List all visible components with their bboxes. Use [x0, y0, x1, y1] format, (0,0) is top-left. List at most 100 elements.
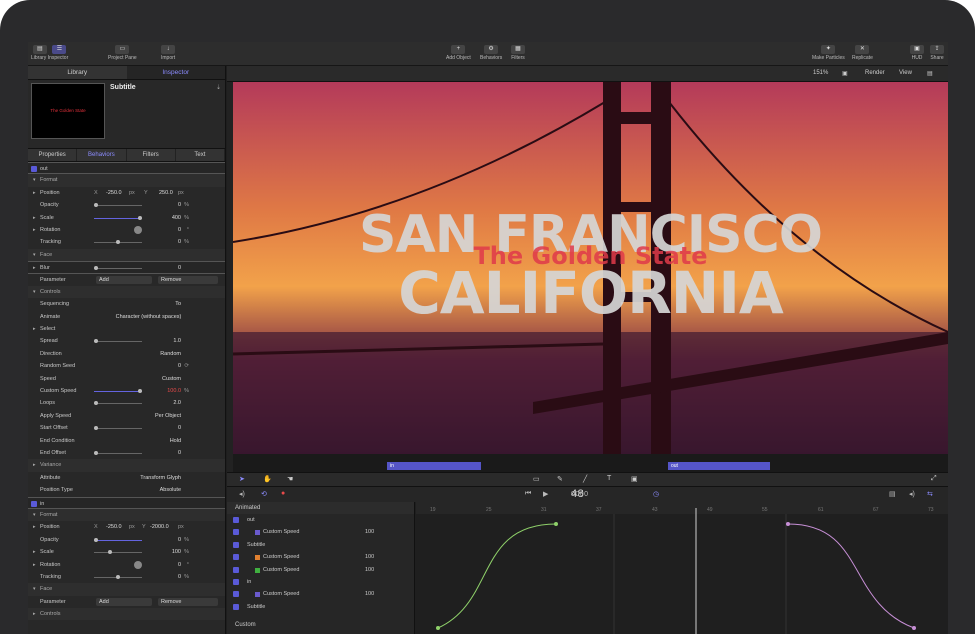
checkbox[interactable]	[233, 541, 239, 548]
tracking-value[interactable]: 0	[178, 236, 181, 248]
behaviors-button[interactable]: ⚙ Behaviors	[480, 45, 502, 61]
slider-knob[interactable]	[94, 401, 98, 406]
disclosure-triangle-icon[interactable]: ▸	[33, 323, 36, 335]
library-button[interactable]: ▤ ☰ Library Inspector	[31, 45, 68, 61]
mini-timeline-out-bar[interactable]: out	[668, 462, 770, 470]
tab-library[interactable]: Library	[28, 66, 127, 79]
keyframe-row[interactable]: Subtitle	[227, 601, 414, 613]
audio-timeline-icon[interactable]: ◂)	[909, 490, 915, 498]
share-button[interactable]: ⇪ Share	[930, 45, 944, 61]
reseed-icon[interactable]: ⟳	[184, 360, 189, 372]
tracking-slider[interactable]	[94, 574, 142, 579]
remove-parameter-dropdown[interactable]: Remove	[158, 597, 218, 606]
scale-slider[interactable]	[94, 550, 142, 555]
behavior-in-header[interactable]: in	[28, 496, 225, 509]
checkbox[interactable]	[233, 517, 239, 523]
remove-parameter-dropdown[interactable]: Remove	[158, 275, 218, 284]
animate-popup[interactable]: Character (without spaces)	[98, 311, 199, 323]
position-type-popup[interactable]: Absolute	[160, 484, 181, 496]
slider-knob[interactable]	[116, 240, 120, 245]
opacity-slider[interactable]	[94, 537, 142, 542]
keyframe-row[interactable]: Subtitle	[227, 539, 414, 551]
rotation-dial[interactable]	[134, 225, 142, 234]
replicate-button[interactable]: ✕ Replicate	[852, 45, 873, 61]
slider-knob[interactable]	[108, 550, 112, 555]
canvas-viewer[interactable]: SAN FRANCISCO The Golden State CALIFORNI…	[233, 82, 948, 454]
tab-inspector[interactable]: Inspector	[126, 66, 225, 79]
zoom-popup[interactable]: 151%	[813, 70, 828, 76]
section-controls[interactable]: ▸ Controls	[28, 608, 225, 621]
blur-slider[interactable]	[94, 266, 142, 271]
rotation-value[interactable]: 0	[178, 559, 181, 571]
title-line-2[interactable]: CALIFORNIA	[233, 259, 948, 327]
timing-icon[interactable]: ◷	[653, 490, 659, 498]
project-pane-button[interactable]: ▭ Project Pane	[108, 45, 137, 61]
direction-popup[interactable]: Random	[160, 348, 181, 360]
bezier-tool-icon[interactable]: ✎	[557, 475, 563, 483]
checkbox[interactable]	[233, 529, 239, 536]
row-value[interactable]: 100	[365, 526, 374, 538]
scale-value[interactable]: 100	[172, 546, 181, 558]
slider-knob[interactable]	[138, 215, 142, 220]
scale-slider[interactable]	[94, 215, 142, 220]
disclosure-triangle-icon[interactable]: ▸	[33, 559, 36, 571]
record-icon[interactable]: ●	[281, 490, 285, 497]
tracking-slider[interactable]	[94, 240, 142, 245]
tab-behaviors[interactable]: Behaviors	[77, 149, 127, 161]
add-parameter-dropdown[interactable]: Add	[96, 275, 152, 284]
end-condition-popup[interactable]: Hold	[170, 435, 181, 447]
keyframe-row[interactable]: Custom Speed 100	[227, 564, 414, 576]
y-value-field[interactable]: 250.0	[159, 187, 173, 199]
section-variance[interactable]: ▸ Variance	[28, 459, 225, 472]
slider-knob[interactable]	[116, 574, 120, 579]
start-offset-slider[interactable]	[94, 426, 142, 431]
row-value[interactable]: 100	[365, 551, 374, 563]
slider-knob[interactable]	[94, 339, 98, 344]
section-face[interactable]: ▾ Face	[28, 583, 225, 596]
checkbox[interactable]	[31, 500, 37, 507]
pan-tool-icon[interactable]: ✋	[263, 475, 272, 483]
view-menu[interactable]: View	[899, 70, 912, 76]
slider-knob[interactable]	[138, 389, 142, 394]
sequencing-popup[interactable]: To	[175, 298, 181, 310]
section-format[interactable]: ▾ Format	[28, 508, 225, 522]
disclosure-triangle-icon[interactable]: ▸	[33, 546, 36, 558]
tab-properties[interactable]: Properties	[28, 149, 78, 161]
y-value-field[interactable]: -2000.0	[150, 521, 169, 533]
speed-popup[interactable]: Custom	[162, 373, 181, 385]
add-parameter-dropdown[interactable]: Add	[96, 597, 152, 606]
add-object-button[interactable]: + Add Object	[446, 45, 471, 61]
checkbox[interactable]	[31, 166, 37, 172]
slider-knob[interactable]	[94, 203, 98, 208]
checkbox[interactable]	[233, 554, 239, 561]
timeline-view-icon[interactable]: ▤	[889, 490, 896, 498]
keyframe-row[interactable]: in	[227, 576, 414, 588]
behavior-out-header[interactable]: out	[28, 162, 225, 175]
row-value[interactable]: 100	[365, 588, 374, 600]
render-menu[interactable]: Render	[865, 70, 885, 76]
slider-knob[interactable]	[94, 450, 98, 455]
mini-timeline[interactable]: in out	[233, 454, 948, 472]
mini-timeline-in-bar[interactable]: in	[387, 462, 481, 470]
slider-knob[interactable]	[94, 266, 98, 271]
keyframe-row[interactable]: out	[227, 514, 414, 526]
section-controls[interactable]: ▾ Controls	[28, 285, 225, 299]
end-offset-slider[interactable]	[94, 450, 142, 455]
loop-icon[interactable]: ⟲	[261, 490, 267, 498]
disclosure-triangle-icon[interactable]: ▸	[33, 224, 36, 236]
section-format[interactable]: ▾ Format	[28, 174, 225, 187]
x-value-field[interactable]: -250.0	[106, 187, 122, 199]
keyframe-editor-icon[interactable]: ⇆	[927, 490, 933, 498]
keyframe-row[interactable]: Custom Speed 100	[227, 588, 414, 600]
keyframe-row[interactable]: Custom Speed 100	[227, 551, 414, 563]
end-offset-value[interactable]: 0	[178, 447, 181, 459]
opacity-slider[interactable]	[94, 203, 142, 208]
curve-type-popup[interactable]: Custom	[235, 622, 256, 628]
shape-tool-icon[interactable]: ▭	[533, 475, 540, 483]
loops-slider[interactable]	[94, 401, 142, 406]
x-value-field[interactable]: -250.0	[106, 521, 122, 533]
filters-button[interactable]: ▦ Filters	[511, 45, 525, 61]
opacity-value[interactable]: 0	[178, 199, 181, 211]
tab-filters[interactable]: Filters	[127, 149, 176, 161]
play-icon[interactable]: ▶	[543, 490, 548, 498]
